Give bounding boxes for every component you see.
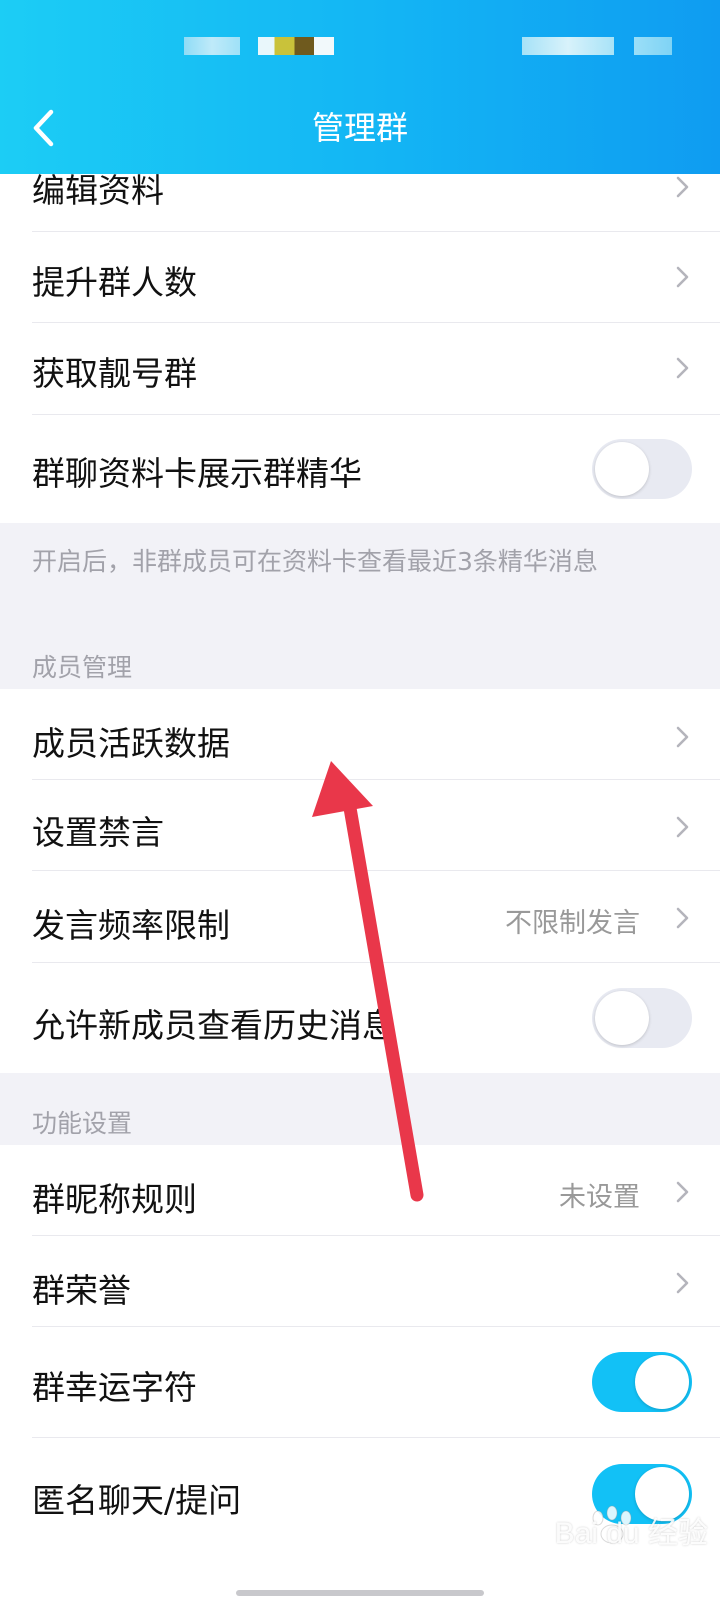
chevron-right-icon: [676, 1181, 689, 1203]
toggle-knob: [595, 991, 649, 1045]
row-label: 发言频率限制: [32, 906, 230, 945]
status-blur-center: [258, 37, 334, 55]
essence-toggle[interactable]: [592, 439, 692, 499]
chevron-right-icon: [676, 357, 689, 379]
section-title-members: 成员管理: [32, 653, 133, 682]
row-label: 获取靓号群: [32, 354, 197, 393]
row-label: 编辑资料: [32, 174, 164, 210]
lucky-characters-toggle[interactable]: [592, 1352, 692, 1412]
chevron-right-icon: [676, 176, 689, 198]
chevron-right-icon: [676, 907, 689, 929]
chevron-right-icon: [676, 726, 689, 748]
row-upgrade-members[interactable]: 提升群人数: [0, 232, 720, 323]
row-message-rate-limit[interactable]: 发言频率限制 不限制发言: [0, 871, 720, 963]
watermark-url: jingyan.baidu.com: [568, 1542, 661, 1553]
row-label: 匿名聊天/提问: [32, 1481, 242, 1520]
essence-note: 开启后，非群成员可在资料卡查看最近3条精华消息: [32, 547, 598, 576]
row-label: 提升群人数: [32, 263, 197, 302]
status-bar: [0, 0, 720, 90]
row-nickname-rules[interactable]: 群昵称规则 未设置: [0, 1145, 720, 1236]
section-title-features: 功能设置: [32, 1109, 133, 1138]
toggle-knob: [635, 1355, 689, 1409]
toggle-knob: [595, 442, 649, 496]
row-label: 群昵称规则: [32, 1180, 197, 1219]
row-label: 设置禁言: [32, 813, 164, 852]
row-label: 允许新成员查看历史消息: [32, 1006, 395, 1045]
history-toggle[interactable]: [592, 988, 692, 1048]
status-blur-battery: [634, 37, 672, 55]
row-label: 群幸运字符: [32, 1368, 197, 1407]
row-lucky-characters: 群幸运字符: [0, 1327, 720, 1438]
row-value: 未设置: [559, 1182, 640, 1213]
app-header: 管理群: [0, 0, 720, 174]
row-member-activity[interactable]: 成员活跃数据: [0, 689, 720, 780]
chevron-right-icon: [676, 1272, 689, 1294]
chevron-right-icon: [676, 816, 689, 838]
page-title: 管理群: [311, 109, 408, 147]
row-value: 不限制发言: [505, 908, 640, 939]
status-blur-left: [184, 37, 240, 55]
chevron-right-icon: [676, 266, 689, 288]
row-label: 群聊资料卡展示群精华: [32, 454, 362, 493]
settings-list: 编辑资料 提升群人数 获取靓号群 群聊资料卡展示群精华 开启后，非群成员可在资料…: [0, 174, 720, 1600]
row-premium-number[interactable]: 获取靓号群: [0, 323, 720, 415]
row-label: 群荣誉: [32, 1271, 131, 1310]
row-mute-settings[interactable]: 设置禁言: [0, 780, 720, 871]
row-edit-profile[interactable]: 编辑资料: [0, 174, 720, 232]
home-indicator[interactable]: [236, 1590, 484, 1596]
row-show-essence: 群聊资料卡展示群精华: [0, 415, 720, 523]
status-blur-right: [522, 37, 614, 55]
row-label: 成员活跃数据: [32, 724, 230, 763]
row-history-for-new-members: 允许新成员查看历史消息: [0, 963, 720, 1073]
row-group-honors[interactable]: 群荣誉: [0, 1236, 720, 1327]
